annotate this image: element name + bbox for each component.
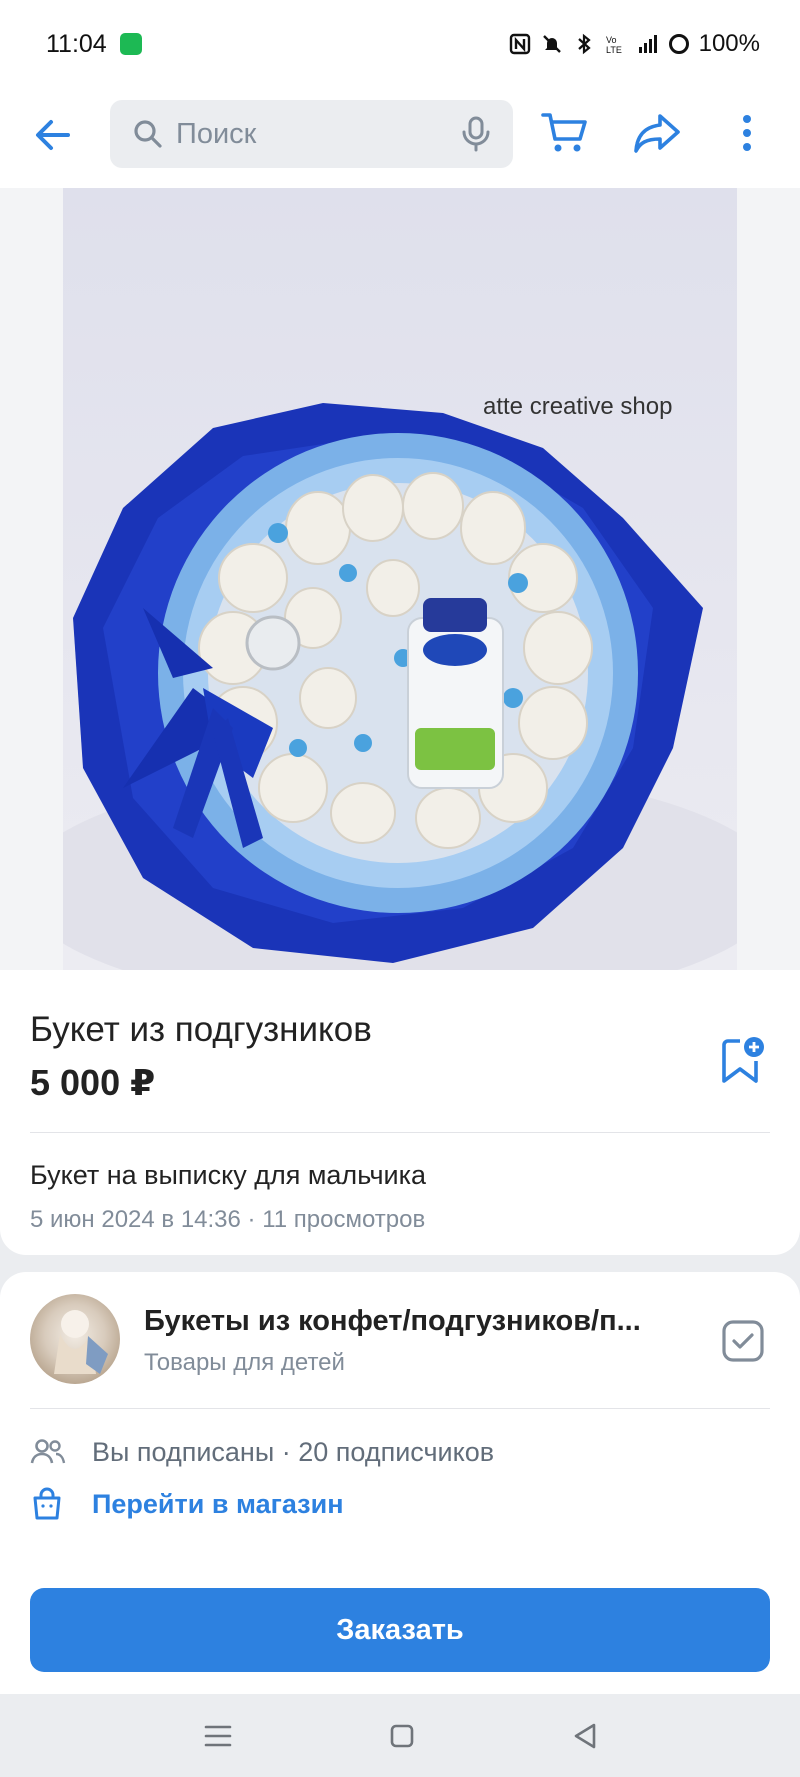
bookmark-add-icon[interactable] xyxy=(718,1035,766,1087)
back-arrow-icon[interactable] xyxy=(30,112,76,158)
mute-icon xyxy=(542,35,561,53)
shop-avatar-image xyxy=(54,1310,108,1374)
divider xyxy=(30,1132,770,1133)
more-icon[interactable] xyxy=(732,110,762,156)
back-nav-icon[interactable] xyxy=(568,1718,604,1754)
mic-icon[interactable] xyxy=(459,116,493,152)
volte-icon: VoLTE xyxy=(606,35,622,55)
product-description: Букет на выписку для мальчика xyxy=(30,1160,427,1190)
shop-avatar[interactable] xyxy=(30,1294,120,1384)
system-nav-bar xyxy=(0,1694,800,1777)
product-photo[interactable]: atte creative shop xyxy=(63,188,737,970)
product-meta: 5 июн 2024 в 14:36 · 11 просмотров xyxy=(30,1206,426,1233)
status-bar: 11:04 Vo LTE 100% xyxy=(0,0,800,92)
shop-bag-icon xyxy=(33,1487,61,1520)
product-title: Букет из подгузников xyxy=(30,1010,372,1049)
product-price: 5 000 ₽ xyxy=(30,1062,156,1103)
search-input[interactable]: Поиск xyxy=(110,100,513,168)
menu-icon[interactable] xyxy=(200,1718,236,1754)
product-info-card: Букет из подгузников 5 000 ₽ Букет на вы… xyxy=(0,970,800,1255)
svg-text:LTE: LTE xyxy=(606,45,622,55)
battery-percent: 100% xyxy=(698,30,760,57)
search-placeholder: Поиск xyxy=(176,117,257,150)
cart-icon[interactable] xyxy=(540,110,590,156)
top-toolbar: Поиск xyxy=(0,92,800,188)
nfc-icon xyxy=(509,33,530,55)
svg-text:Vo: Vo xyxy=(606,35,617,45)
divider xyxy=(30,1408,770,1409)
subscribers-text: Вы подписаны · 20 подписчиков xyxy=(92,1436,495,1467)
goto-shop-label: Перейти в магазин xyxy=(92,1488,344,1519)
signal-icon xyxy=(638,35,657,53)
app-notification-icon xyxy=(120,33,142,55)
share-icon[interactable] xyxy=(632,110,682,156)
subscribers-row: Вы подписаны · 20 подписчиков xyxy=(30,1432,494,1472)
order-button[interactable]: Заказать xyxy=(30,1588,770,1672)
status-time: 11:04 xyxy=(46,30,107,58)
bluetooth-icon xyxy=(577,33,591,55)
checkbox-icon[interactable] xyxy=(722,1320,764,1362)
shop-card: Букеты из конфет/подгузников/п... Товары… xyxy=(0,1272,800,1562)
users-icon xyxy=(30,1439,66,1464)
goto-shop-link[interactable]: Перейти в магазин xyxy=(30,1482,344,1526)
shop-name[interactable]: Букеты из конфет/подгузников/п... xyxy=(144,1305,641,1338)
order-bar: Заказать xyxy=(0,1562,800,1694)
status-icons: Vo LTE 100% xyxy=(509,30,760,58)
photo-watermark: atte creative shop xyxy=(483,393,673,420)
home-icon[interactable] xyxy=(384,1718,420,1754)
diaper-bouquet-image xyxy=(63,403,737,970)
battery-icon xyxy=(668,34,689,54)
photo-gallery[interactable]: atte creative shop xyxy=(0,188,800,970)
shop-category: Товары для детей xyxy=(144,1349,345,1376)
search-icon xyxy=(134,120,162,148)
